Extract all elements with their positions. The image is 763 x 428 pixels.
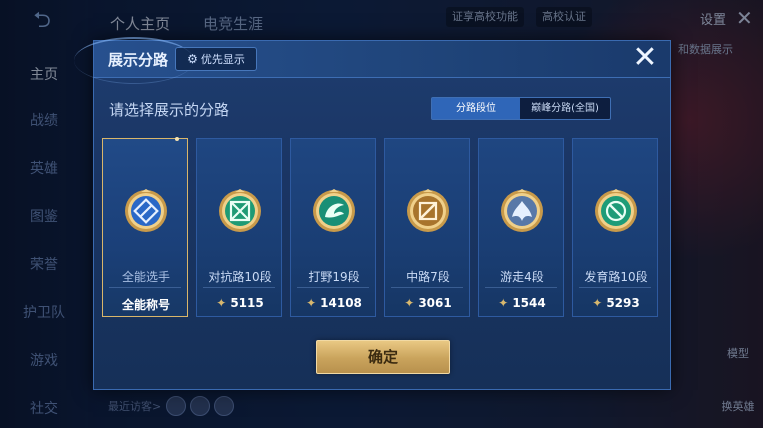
close-icon[interactable]: ✕ (629, 41, 661, 75)
lane-card[interactable]: 全能选手 全能称号 (102, 137, 189, 317)
lane-card[interactable]: 游走4段 ✦ 1544 (478, 138, 564, 317)
roam-badge-icon (500, 189, 544, 233)
tab-peak-lane[interactable]: 巅峰分路(全国) (520, 98, 610, 119)
card-divider (203, 287, 275, 288)
lane-score-value: 5293 (606, 296, 640, 310)
power-star-icon: ✦ (498, 296, 509, 310)
card-divider (109, 287, 181, 288)
lane-card[interactable]: 发育路10段 ✦ 5293 (572, 138, 658, 317)
selected-indicator (175, 137, 179, 141)
card-divider (391, 287, 463, 288)
lane-card[interactable]: 对抗路10段 ✦ 5115 (196, 138, 282, 317)
lane-name: 打野19段 (308, 270, 360, 284)
lane-card[interactable]: 中路7段 ✦ 3061 (384, 138, 470, 317)
priority-display-button[interactable]: ⚙ 优先显示 (175, 47, 257, 71)
tab-lane-rank[interactable]: 分路段位 (432, 98, 520, 119)
power-star-icon: ✦ (592, 296, 603, 310)
lane-name: 游走4段 (500, 270, 544, 284)
gear-icon: ⚙ (187, 52, 198, 66)
lane-name: 发育路10段 (584, 270, 648, 284)
power-star-icon: ✦ (306, 296, 317, 310)
lane-score-value: 全能称号 (121, 298, 170, 312)
clash-lane-badge-icon (218, 189, 262, 233)
lane-card[interactable]: 打野19段 ✦ 14108 (290, 138, 376, 317)
lane-name: 全能选手 (121, 270, 170, 284)
all-round-badge-icon (124, 189, 168, 233)
lane-name: 对抗路10段 (208, 270, 272, 284)
lane-score: ✦ 14108 (291, 296, 377, 310)
lane-score: ✦ 3061 (385, 296, 471, 310)
card-divider (485, 287, 557, 288)
lane-score-value: 1544 (512, 296, 546, 310)
mid-lane-badge-icon (406, 189, 450, 233)
jungle-badge-icon (312, 189, 356, 233)
lane-score: ✦ 1544 (479, 296, 565, 310)
lane-score-value: 3061 (418, 296, 452, 310)
priority-display-label: 优先显示 (200, 53, 245, 66)
dialog-header: 展示分路 ⚙ 优先显示 (74, 37, 670, 84)
lane-display-dialog: 展示分路 ⚙ 优先显示 ✕ 请选择展示的分路 分路段位 巅峰分路(全国) 全能选手… (74, 37, 671, 390)
lane-name: 中路7段 (406, 270, 450, 284)
card-divider (579, 287, 651, 288)
farm-lane-badge-icon (594, 189, 638, 233)
power-star-icon: ✦ (216, 296, 227, 310)
confirm-button[interactable]: 确定 (316, 340, 450, 374)
lane-score-value: 14108 (320, 296, 362, 310)
power-star-icon: ✦ (404, 296, 415, 310)
lane-score-value: 5115 (230, 296, 264, 310)
lane-score: 全能称号 (103, 296, 189, 313)
dialog-subtitle: 请选择展示的分路 (109, 101, 230, 119)
lane-score: ✦ 5115 (197, 296, 283, 310)
card-divider (297, 287, 369, 288)
dialog-title: 展示分路 (108, 51, 169, 69)
lane-mode-toggle: 分路段位 巅峰分路(全国) (431, 97, 611, 120)
lane-score: ✦ 5293 (573, 296, 659, 310)
